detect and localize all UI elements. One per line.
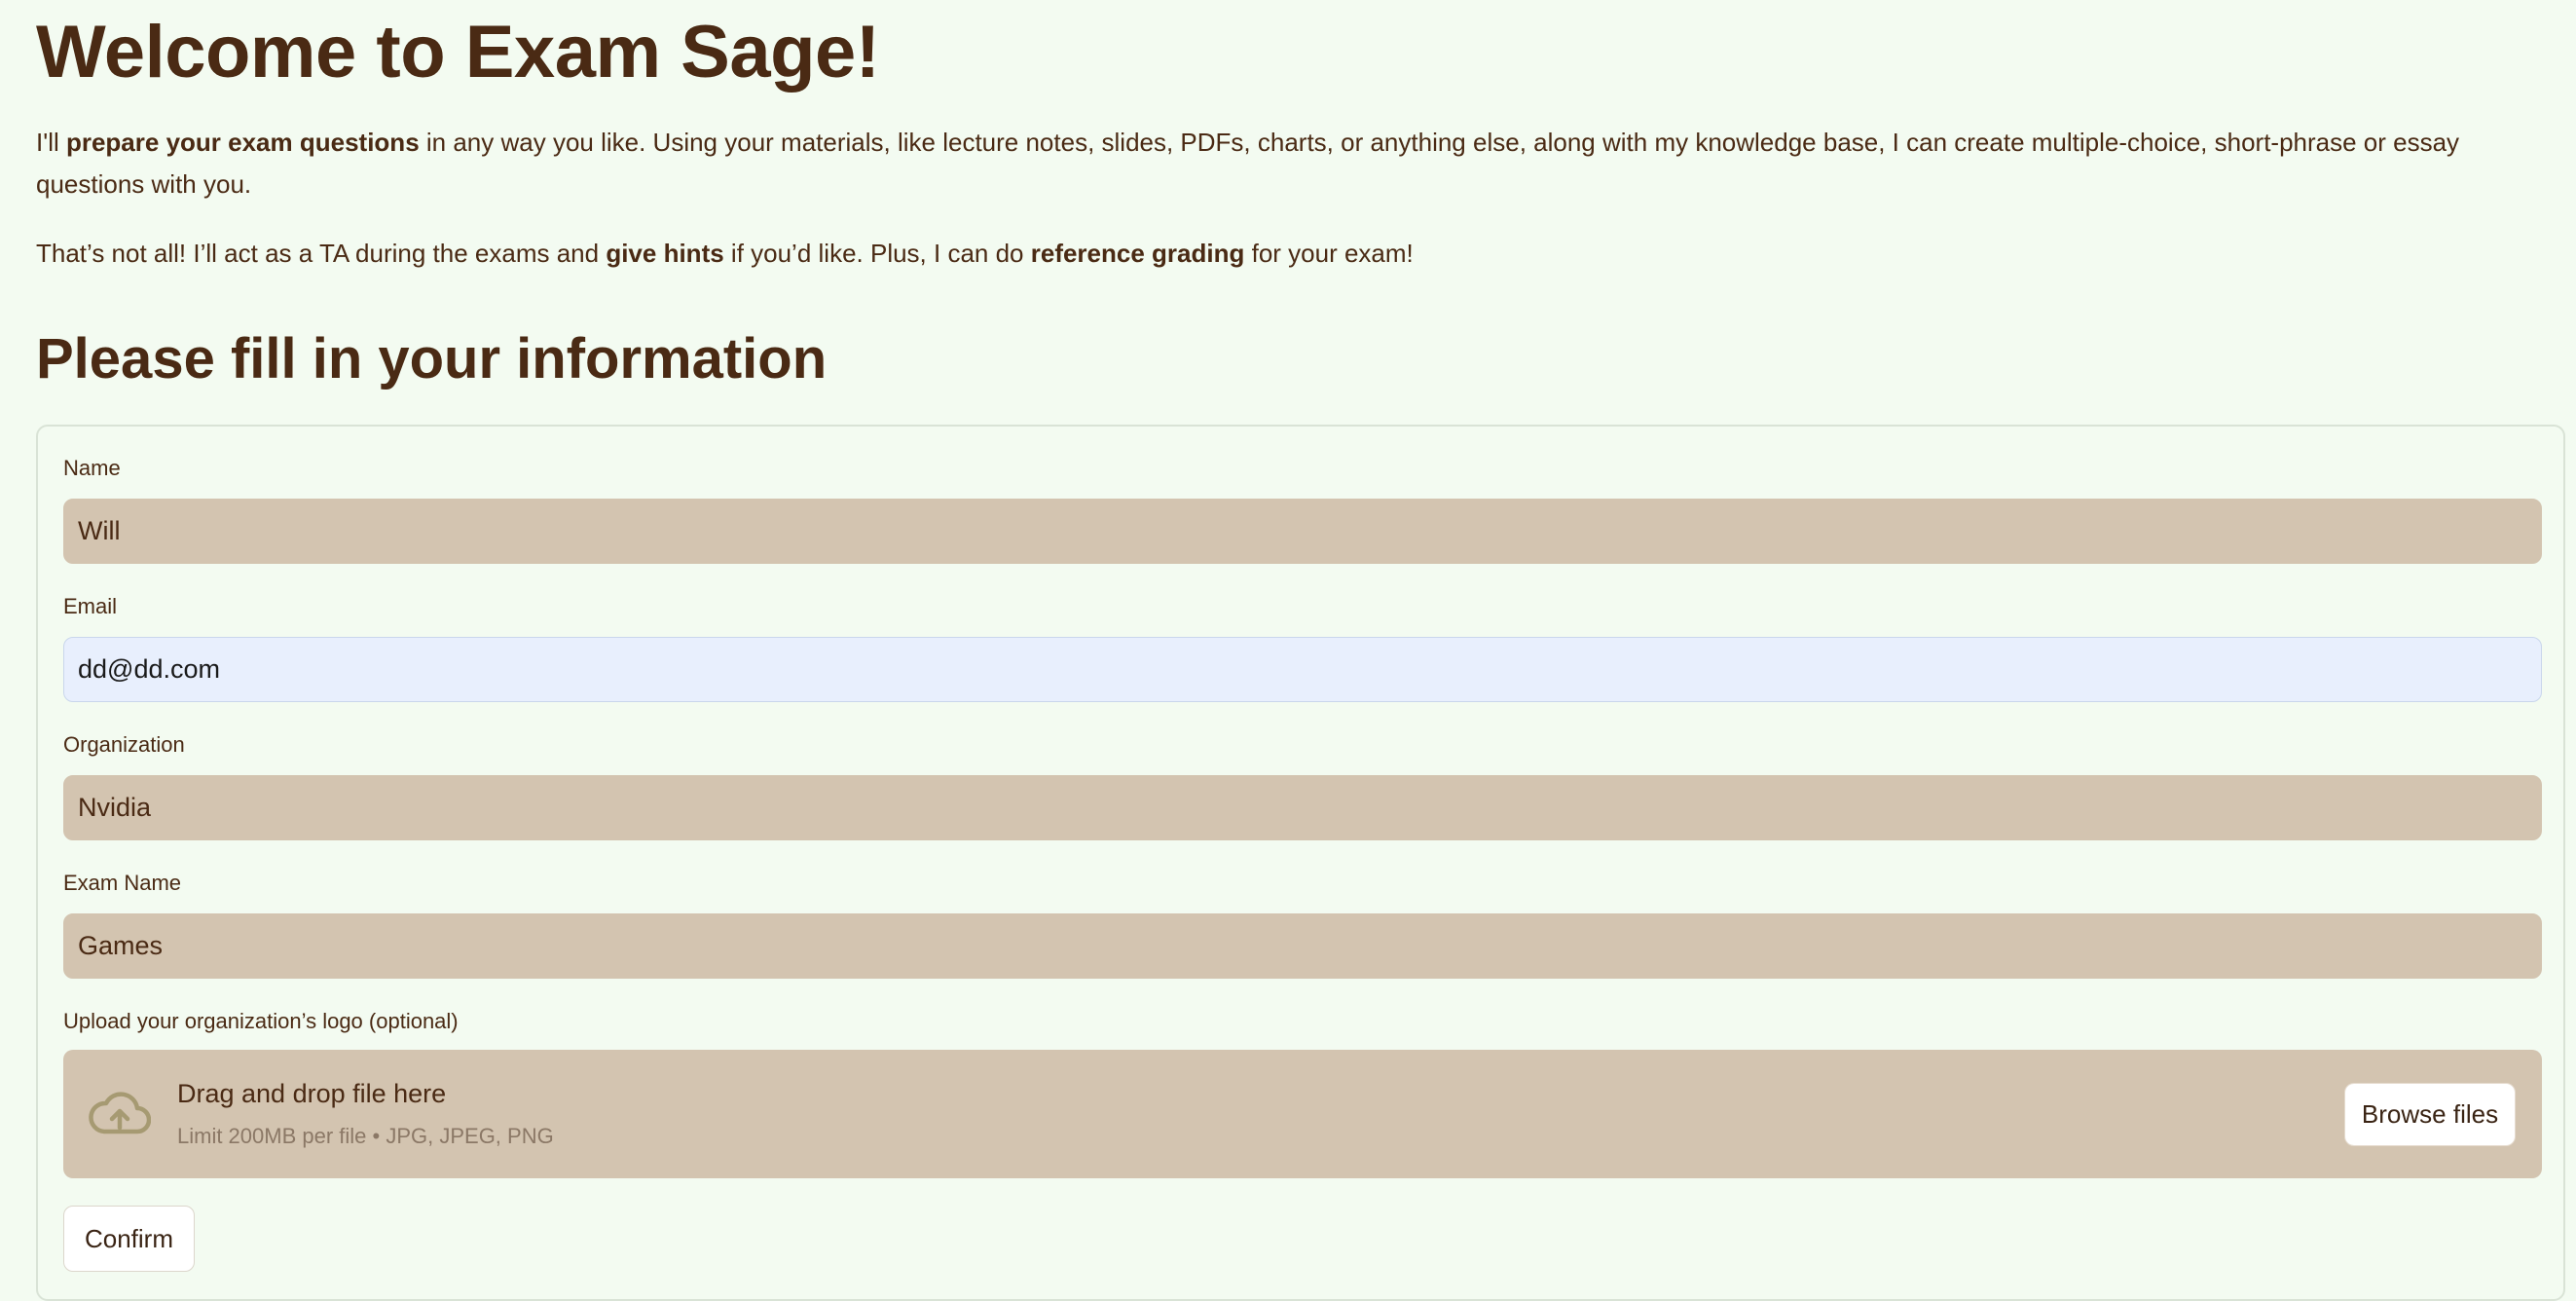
organization-label: Organization <box>63 732 185 757</box>
email-label: Email <box>63 594 118 618</box>
form-heading: Please fill in your information <box>36 327 828 390</box>
intro-paragraph-1: I'll prepare your exam questions in any … <box>36 122 2562 205</box>
intro-text: if you’d like. Plus, I can do <box>723 239 1031 268</box>
intro-bold-text: prepare your exam questions <box>65 128 420 157</box>
file-dropzone[interactable]: Drag and drop file here Limit 200MB per … <box>63 1050 2542 1178</box>
name-input[interactable]: Will <box>63 499 2542 564</box>
intro-text: for your exam! <box>1244 239 1414 268</box>
intro-paragraph-2: That’s not all! I’ll act as a TA during … <box>36 233 2562 275</box>
cloud-upload-icon <box>89 1092 151 1134</box>
upload-label: Upload your organization’s logo (optiona… <box>63 1009 459 1033</box>
exam-name-input[interactable]: Games <box>63 913 2542 979</box>
dropzone-title: Drag and drop file here <box>177 1079 447 1108</box>
intro-text: That’s not all! I’ll act as a TA during … <box>36 239 607 268</box>
exam-name-label: Exam Name <box>63 871 182 895</box>
intro-bold-text: reference grading <box>1030 239 1245 268</box>
browse-files-button[interactable]: Browse files <box>2344 1083 2516 1146</box>
dropzone-limit: Limit 200MB per file • JPG, JPEG, PNG <box>177 1124 554 1148</box>
name-label: Name <box>63 456 121 480</box>
intro-text: I'll <box>36 128 66 157</box>
intro-bold-text: give hints <box>606 239 724 268</box>
organization-input[interactable]: Nvidia <box>63 775 2542 840</box>
email-input[interactable]: dd@dd.com <box>63 637 2542 702</box>
confirm-button[interactable]: Confirm <box>63 1206 195 1272</box>
info-form: Name Will Email dd@dd.com Organization N… <box>36 425 2565 1301</box>
page-title: Welcome to Exam Sage! <box>36 11 880 93</box>
